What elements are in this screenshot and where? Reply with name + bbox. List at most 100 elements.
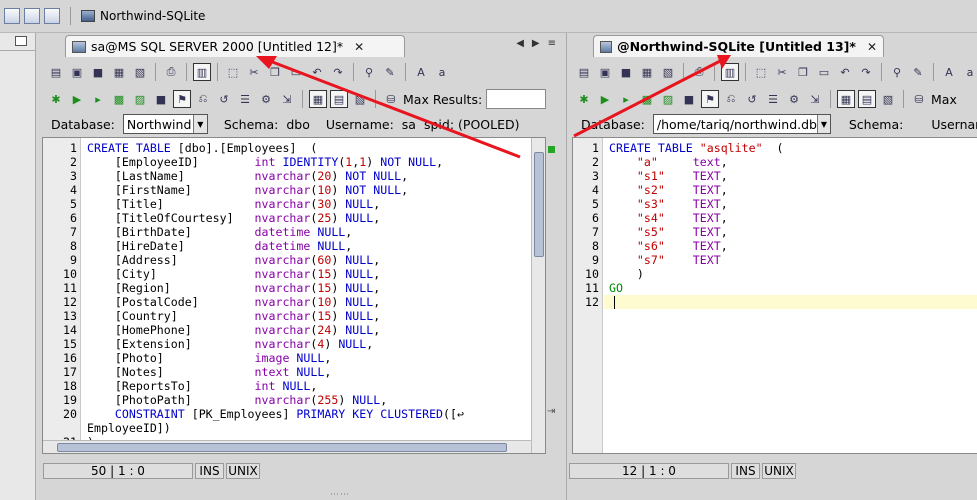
line-ending[interactable]: UNIX xyxy=(762,463,796,479)
text-results-icon[interactable]: ▤ xyxy=(858,90,876,108)
find-icon[interactable]: ⚲ xyxy=(888,63,906,81)
save-icon[interactable]: ■ xyxy=(617,63,635,81)
chevron-down-icon[interactable]: ▼ xyxy=(816,115,830,133)
transaction-icon[interactable]: ⚙ xyxy=(257,90,275,108)
close-icon[interactable]: ✕ xyxy=(867,40,877,54)
autocommit-icon[interactable]: ⚑ xyxy=(173,90,191,108)
copy-icon[interactable]: ❐ xyxy=(266,63,284,81)
restore-icon[interactable] xyxy=(15,36,27,46)
max-results-input[interactable] xyxy=(486,89,547,109)
save-icon[interactable]: ■ xyxy=(89,63,107,81)
history-icon[interactable]: ☰ xyxy=(236,90,254,108)
paste-icon[interactable]: ▭ xyxy=(287,63,305,81)
new-icon[interactable]: ▤ xyxy=(47,63,65,81)
select-icon[interactable]: ⬚ xyxy=(752,63,770,81)
scroll-thumb[interactable] xyxy=(57,443,507,452)
uppercase-icon[interactable]: A xyxy=(412,63,430,81)
undo-icon[interactable]: ↶ xyxy=(836,63,854,81)
chevron-down-icon[interactable]: ▼ xyxy=(192,115,207,133)
transaction-icon[interactable]: ⚙ xyxy=(785,90,803,108)
text-results-icon[interactable]: ▤ xyxy=(330,90,348,108)
copy-icon[interactable]: ❐ xyxy=(794,63,812,81)
grid-results-icon[interactable]: ▦ xyxy=(309,90,327,108)
uppercase-icon[interactable]: A xyxy=(940,63,958,81)
open-icon[interactable]: ▣ xyxy=(68,63,86,81)
commit-icon[interactable]: ⎌ xyxy=(722,90,740,108)
line-number: 4 xyxy=(592,183,599,197)
new-icon[interactable]: ▤ xyxy=(575,63,593,81)
run-script-icon[interactable]: ▸ xyxy=(89,90,107,108)
replace-icon[interactable]: ✎ xyxy=(381,63,399,81)
save-all-icon[interactable]: ▧ xyxy=(131,63,149,81)
database-select[interactable]: /home/tariq/northwind.db ▼ xyxy=(652,114,831,134)
database-browser-icon[interactable]: ⛁ xyxy=(910,90,928,108)
run-explain-icon[interactable]: ▩ xyxy=(110,90,128,108)
grid-icon[interactable] xyxy=(24,8,40,24)
save-as-icon[interactable]: ▦ xyxy=(638,63,656,81)
stop-icon[interactable]: ■ xyxy=(680,90,698,108)
cut-icon[interactable]: ✂ xyxy=(773,63,791,81)
select-icon[interactable]: ⬚ xyxy=(224,63,242,81)
run-icon[interactable]: ▶ xyxy=(596,90,614,108)
open-icon[interactable]: ▣ xyxy=(596,63,614,81)
scroll-thumb[interactable] xyxy=(534,152,544,257)
redo-icon[interactable]: ↷ xyxy=(329,63,347,81)
line-number: 12 xyxy=(63,295,77,309)
code-line: "a" text, xyxy=(636,155,728,169)
window-title[interactable]: Northwind-SQLite xyxy=(81,9,205,23)
save-all-icon[interactable]: ▧ xyxy=(659,63,677,81)
find-icon[interactable]: ⚲ xyxy=(360,63,378,81)
database-browser-icon[interactable]: ⛁ xyxy=(382,90,400,108)
tab-prev-icon[interactable]: ◀ xyxy=(516,38,524,49)
database-select[interactable]: Northwind ▼ xyxy=(122,114,208,134)
run-plan-icon[interactable]: ▨ xyxy=(659,90,677,108)
tab-menu-icon[interactable]: ≡ xyxy=(548,38,556,49)
print-icon[interactable]: ⎙ xyxy=(162,63,180,81)
grid-results-icon[interactable]: ▦ xyxy=(837,90,855,108)
cut-icon[interactable]: ✂ xyxy=(245,63,263,81)
close-icon[interactable]: ✕ xyxy=(354,40,364,54)
run-all-icon[interactable]: ✱ xyxy=(575,90,593,108)
history-icon[interactable]: ☰ xyxy=(764,90,782,108)
vertical-scrollbar[interactable] xyxy=(531,138,545,453)
right-sql-editor[interactable]: 1 CREATE TABLE "asqlite" (2 "a" text, 3 "s… xyxy=(572,137,977,454)
word-wrap-icon[interactable]: ▥ xyxy=(193,63,211,81)
run-icon[interactable]: ▶ xyxy=(68,90,86,108)
horizontal-scrollbar[interactable] xyxy=(43,440,531,453)
tab-untitled-13[interactable]: @Northwind-SQLite [Untitled 13]* ✕ xyxy=(593,35,884,57)
line-ending[interactable]: UNIX xyxy=(226,463,260,479)
run-all-icon[interactable]: ✱ xyxy=(47,90,65,108)
results-split-icon[interactable]: ▧ xyxy=(351,90,369,108)
redo-icon[interactable]: ↷ xyxy=(857,63,875,81)
resize-grip[interactable]: ⋯⋯ xyxy=(330,490,350,500)
print-icon[interactable]: ⎙ xyxy=(690,63,708,81)
run-explain-icon[interactable]: ▩ xyxy=(638,90,656,108)
save-as-icon[interactable]: ▦ xyxy=(110,63,128,81)
lowercase-icon[interactable]: a xyxy=(433,63,451,81)
autocommit-icon[interactable]: ⚑ xyxy=(701,90,719,108)
code-line: "s2" TEXT, xyxy=(636,183,728,197)
insert-mode[interactable]: INS xyxy=(731,463,760,479)
left-sql-editor[interactable]: 1 CREATE TABLE [dbo].[Employees] (2 [Empl… xyxy=(42,137,546,454)
code-line: [PostalCode] nvarchar(10) NULL, xyxy=(87,295,381,309)
results-split-icon[interactable]: ▧ xyxy=(879,90,897,108)
lowercase-icon[interactable]: a xyxy=(961,63,977,81)
tab-next-icon[interactable]: ▶ xyxy=(532,38,540,49)
insert-mode[interactable]: INS xyxy=(195,463,224,479)
rollback-icon[interactable]: ↺ xyxy=(743,90,761,108)
run-script-icon[interactable]: ▸ xyxy=(617,90,635,108)
export-icon[interactable]: ⇲ xyxy=(278,90,296,108)
rollback-icon[interactable]: ↺ xyxy=(215,90,233,108)
stop-icon[interactable]: ■ xyxy=(152,90,170,108)
run-plan-icon[interactable]: ▨ xyxy=(131,90,149,108)
paste-icon[interactable]: ▭ xyxy=(815,63,833,81)
replace-icon[interactable]: ✎ xyxy=(909,63,927,81)
chart-icon[interactable] xyxy=(44,8,60,24)
word-wrap-icon[interactable]: ▥ xyxy=(721,63,739,81)
export-icon[interactable]: ⇲ xyxy=(806,90,824,108)
commit-icon[interactable]: ⎌ xyxy=(194,90,212,108)
undo-icon[interactable]: ↶ xyxy=(308,63,326,81)
layout-icon[interactable] xyxy=(4,8,20,24)
tab-label: @Northwind-SQLite [Untitled 13]* xyxy=(617,39,856,54)
tab-untitled-12[interactable]: sa@MS SQL SERVER 2000 [Untitled 12]* ✕ xyxy=(65,35,405,57)
